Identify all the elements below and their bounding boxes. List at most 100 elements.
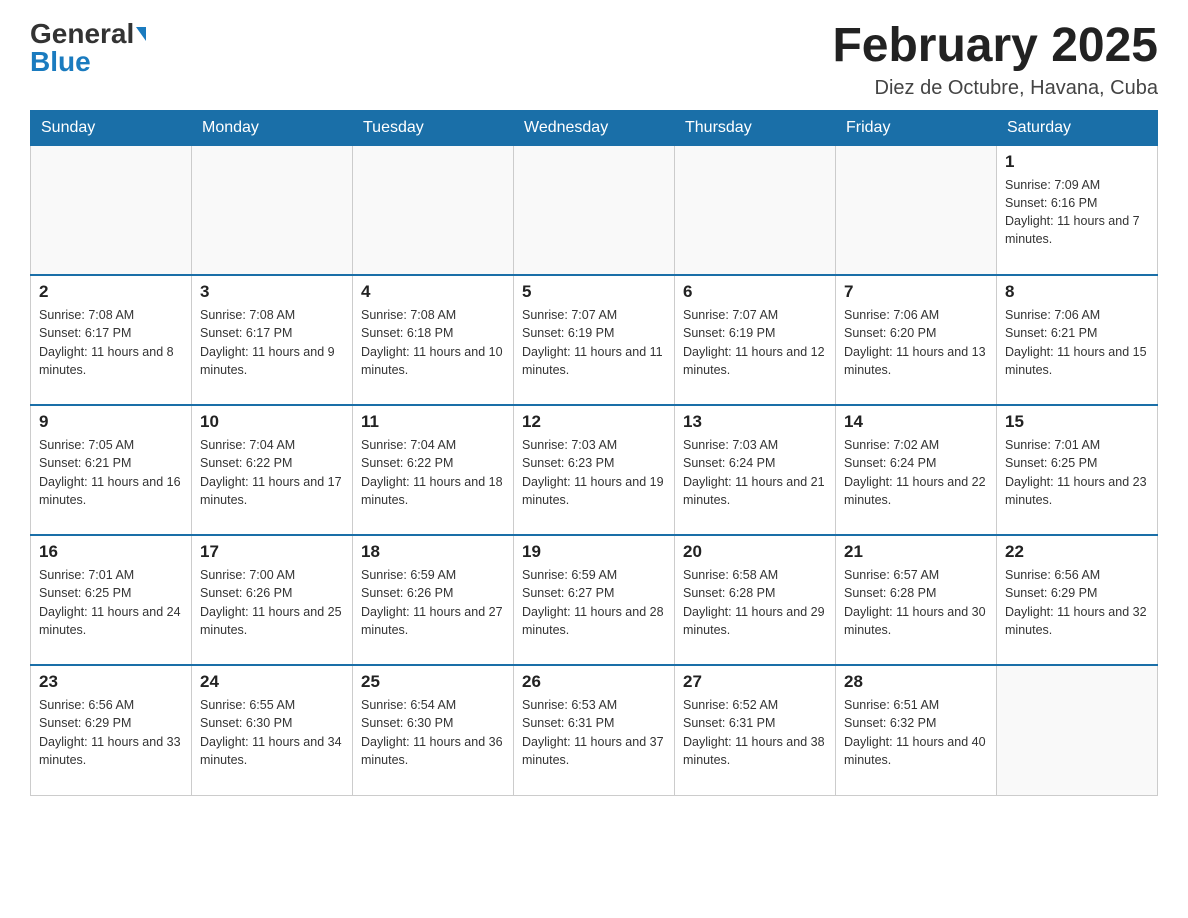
table-row: 18Sunrise: 6:59 AM Sunset: 6:26 PM Dayli… bbox=[353, 535, 514, 665]
day-number: 28 bbox=[844, 672, 988, 692]
calendar-table: Sunday Monday Tuesday Wednesday Thursday… bbox=[30, 110, 1158, 796]
day-info: Sunrise: 6:54 AM Sunset: 6:30 PM Dayligh… bbox=[361, 696, 505, 769]
day-info: Sunrise: 6:59 AM Sunset: 6:26 PM Dayligh… bbox=[361, 566, 505, 639]
table-row bbox=[836, 145, 997, 275]
logo-blue-text: Blue bbox=[30, 48, 91, 76]
day-info: Sunrise: 7:08 AM Sunset: 6:17 PM Dayligh… bbox=[39, 306, 183, 379]
day-info: Sunrise: 7:03 AM Sunset: 6:23 PM Dayligh… bbox=[522, 436, 666, 509]
logo-general-text: General bbox=[30, 20, 134, 48]
table-row: 24 Sunrise: 6:55 AM Sunset: 6:30 PM Dayli… bbox=[192, 665, 353, 795]
table-row: 23 Sunrise: 6:56 AM Sunset: 6:29 PM Dayli… bbox=[31, 665, 192, 795]
day-info: Sunrise: 7:08 AM Sunset: 6:18 PM Dayligh… bbox=[361, 306, 505, 379]
table-row: 12 Sunrise: 7:03 AM Sunset: 6:23 PM Dayli… bbox=[514, 405, 675, 535]
calendar-week-row: 1 Sunrise: 7:09 AM Sunset: 6:16 PM Daylig… bbox=[31, 145, 1158, 275]
day-info: Sunrise: 7:04 AM Sunset: 6:22 PM Dayligh… bbox=[361, 436, 505, 509]
table-row bbox=[192, 145, 353, 275]
calendar-subtitle: Diez de Octubre, Havana, Cuba bbox=[832, 77, 1158, 100]
day-number: 4 bbox=[361, 282, 505, 302]
day-info: Sunrise: 7:01 AM Sunset: 6:25 PM Dayligh… bbox=[1005, 436, 1149, 509]
day-info: Sunrise: 6:57 AM Sunset: 6:28 PM Dayligh… bbox=[844, 566, 988, 639]
day-number: 5 bbox=[522, 282, 666, 302]
day-number: 9 bbox=[39, 412, 183, 432]
col-wednesday: Wednesday bbox=[514, 110, 675, 145]
table-row: 15 Sunrise: 7:01 AM Sunset: 6:25 PM Dayli… bbox=[997, 405, 1158, 535]
day-info: Sunrise: 6:56 AM Sunset: 6:29 PM Dayligh… bbox=[39, 696, 183, 769]
col-friday: Friday bbox=[836, 110, 997, 145]
calendar-week-row: 9 Sunrise: 7:05 AM Sunset: 6:21 PM Daylig… bbox=[31, 405, 1158, 535]
day-number: 6 bbox=[683, 282, 827, 302]
table-row bbox=[31, 145, 192, 275]
calendar-week-row: 23 Sunrise: 6:56 AM Sunset: 6:29 PM Dayli… bbox=[31, 665, 1158, 795]
day-number: 27 bbox=[683, 672, 827, 692]
table-row: 20Sunrise: 6:58 AM Sunset: 6:28 PM Dayli… bbox=[675, 535, 836, 665]
table-row: 13 Sunrise: 7:03 AM Sunset: 6:24 PM Dayli… bbox=[675, 405, 836, 535]
day-info: Sunrise: 7:07 AM Sunset: 6:19 PM Dayligh… bbox=[522, 306, 666, 379]
logo-arrow-icon bbox=[136, 27, 146, 41]
table-row: 5 Sunrise: 7:07 AM Sunset: 6:19 PM Daylig… bbox=[514, 275, 675, 405]
day-number: 19 bbox=[522, 542, 666, 562]
day-number: 12 bbox=[522, 412, 666, 432]
table-row bbox=[353, 145, 514, 275]
day-info: Sunrise: 7:00 AM Sunset: 6:26 PM Dayligh… bbox=[200, 566, 344, 639]
table-row bbox=[997, 665, 1158, 795]
day-number: 1 bbox=[1005, 152, 1149, 172]
table-row: 22Sunrise: 6:56 AM Sunset: 6:29 PM Dayli… bbox=[997, 535, 1158, 665]
day-info: Sunrise: 6:53 AM Sunset: 6:31 PM Dayligh… bbox=[522, 696, 666, 769]
table-row: 7 Sunrise: 7:06 AM Sunset: 6:20 PM Daylig… bbox=[836, 275, 997, 405]
day-number: 16 bbox=[39, 542, 183, 562]
table-row bbox=[514, 145, 675, 275]
day-number: 15 bbox=[1005, 412, 1149, 432]
page-header: General Blue February 2025 Diez de Octub… bbox=[30, 20, 1158, 100]
day-number: 23 bbox=[39, 672, 183, 692]
day-info: Sunrise: 6:55 AM Sunset: 6:30 PM Dayligh… bbox=[200, 696, 344, 769]
day-info: Sunrise: 7:08 AM Sunset: 6:17 PM Dayligh… bbox=[200, 306, 344, 379]
day-info: Sunrise: 6:51 AM Sunset: 6:32 PM Dayligh… bbox=[844, 696, 988, 769]
day-number: 20 bbox=[683, 542, 827, 562]
day-info: Sunrise: 7:02 AM Sunset: 6:24 PM Dayligh… bbox=[844, 436, 988, 509]
table-row: 9 Sunrise: 7:05 AM Sunset: 6:21 PM Daylig… bbox=[31, 405, 192, 535]
col-sunday: Sunday bbox=[31, 110, 192, 145]
day-number: 7 bbox=[844, 282, 988, 302]
day-number: 25 bbox=[361, 672, 505, 692]
table-row: 6Sunrise: 7:07 AM Sunset: 6:19 PM Daylig… bbox=[675, 275, 836, 405]
day-info: Sunrise: 7:05 AM Sunset: 6:21 PM Dayligh… bbox=[39, 436, 183, 509]
table-row: 27 Sunrise: 6:52 AM Sunset: 6:31 PM Dayli… bbox=[675, 665, 836, 795]
day-number: 14 bbox=[844, 412, 988, 432]
day-info: Sunrise: 7:06 AM Sunset: 6:20 PM Dayligh… bbox=[844, 306, 988, 379]
calendar-title: February 2025 bbox=[832, 20, 1158, 73]
col-saturday: Saturday bbox=[997, 110, 1158, 145]
day-number: 8 bbox=[1005, 282, 1149, 302]
table-row: 1 Sunrise: 7:09 AM Sunset: 6:16 PM Daylig… bbox=[997, 145, 1158, 275]
table-row: 8 Sunrise: 7:06 AM Sunset: 6:21 PM Daylig… bbox=[997, 275, 1158, 405]
col-thursday: Thursday bbox=[675, 110, 836, 145]
day-info: Sunrise: 7:09 AM Sunset: 6:16 PM Dayligh… bbox=[1005, 176, 1149, 249]
col-tuesday: Tuesday bbox=[353, 110, 514, 145]
day-number: 26 bbox=[522, 672, 666, 692]
day-info: Sunrise: 7:01 AM Sunset: 6:25 PM Dayligh… bbox=[39, 566, 183, 639]
day-number: 22 bbox=[1005, 542, 1149, 562]
table-row: 14 Sunrise: 7:02 AM Sunset: 6:24 PM Dayli… bbox=[836, 405, 997, 535]
day-info: Sunrise: 7:04 AM Sunset: 6:22 PM Dayligh… bbox=[200, 436, 344, 509]
table-row: 2Sunrise: 7:08 AM Sunset: 6:17 PM Daylig… bbox=[31, 275, 192, 405]
col-monday: Monday bbox=[192, 110, 353, 145]
day-number: 10 bbox=[200, 412, 344, 432]
table-row: 11 Sunrise: 7:04 AM Sunset: 6:22 PM Dayli… bbox=[353, 405, 514, 535]
table-row: 10 Sunrise: 7:04 AM Sunset: 6:22 PM Dayli… bbox=[192, 405, 353, 535]
table-row: 19Sunrise: 6:59 AM Sunset: 6:27 PM Dayli… bbox=[514, 535, 675, 665]
logo: General Blue bbox=[30, 20, 146, 76]
table-row: 4 Sunrise: 7:08 AM Sunset: 6:18 PM Daylig… bbox=[353, 275, 514, 405]
table-row: 28 Sunrise: 6:51 AM Sunset: 6:32 PM Dayli… bbox=[836, 665, 997, 795]
table-row: 17 Sunrise: 7:00 AM Sunset: 6:26 PM Dayli… bbox=[192, 535, 353, 665]
day-info: Sunrise: 6:52 AM Sunset: 6:31 PM Dayligh… bbox=[683, 696, 827, 769]
day-info: Sunrise: 7:03 AM Sunset: 6:24 PM Dayligh… bbox=[683, 436, 827, 509]
day-number: 24 bbox=[200, 672, 344, 692]
table-row: 16 Sunrise: 7:01 AM Sunset: 6:25 PM Dayli… bbox=[31, 535, 192, 665]
title-block: February 2025 Diez de Octubre, Havana, C… bbox=[832, 20, 1158, 100]
day-number: 13 bbox=[683, 412, 827, 432]
day-number: 17 bbox=[200, 542, 344, 562]
day-number: 11 bbox=[361, 412, 505, 432]
table-row: 26 Sunrise: 6:53 AM Sunset: 6:31 PM Dayli… bbox=[514, 665, 675, 795]
day-info: Sunrise: 7:06 AM Sunset: 6:21 PM Dayligh… bbox=[1005, 306, 1149, 379]
calendar-header-row: Sunday Monday Tuesday Wednesday Thursday… bbox=[31, 110, 1158, 145]
table-row: 21Sunrise: 6:57 AM Sunset: 6:28 PM Dayli… bbox=[836, 535, 997, 665]
